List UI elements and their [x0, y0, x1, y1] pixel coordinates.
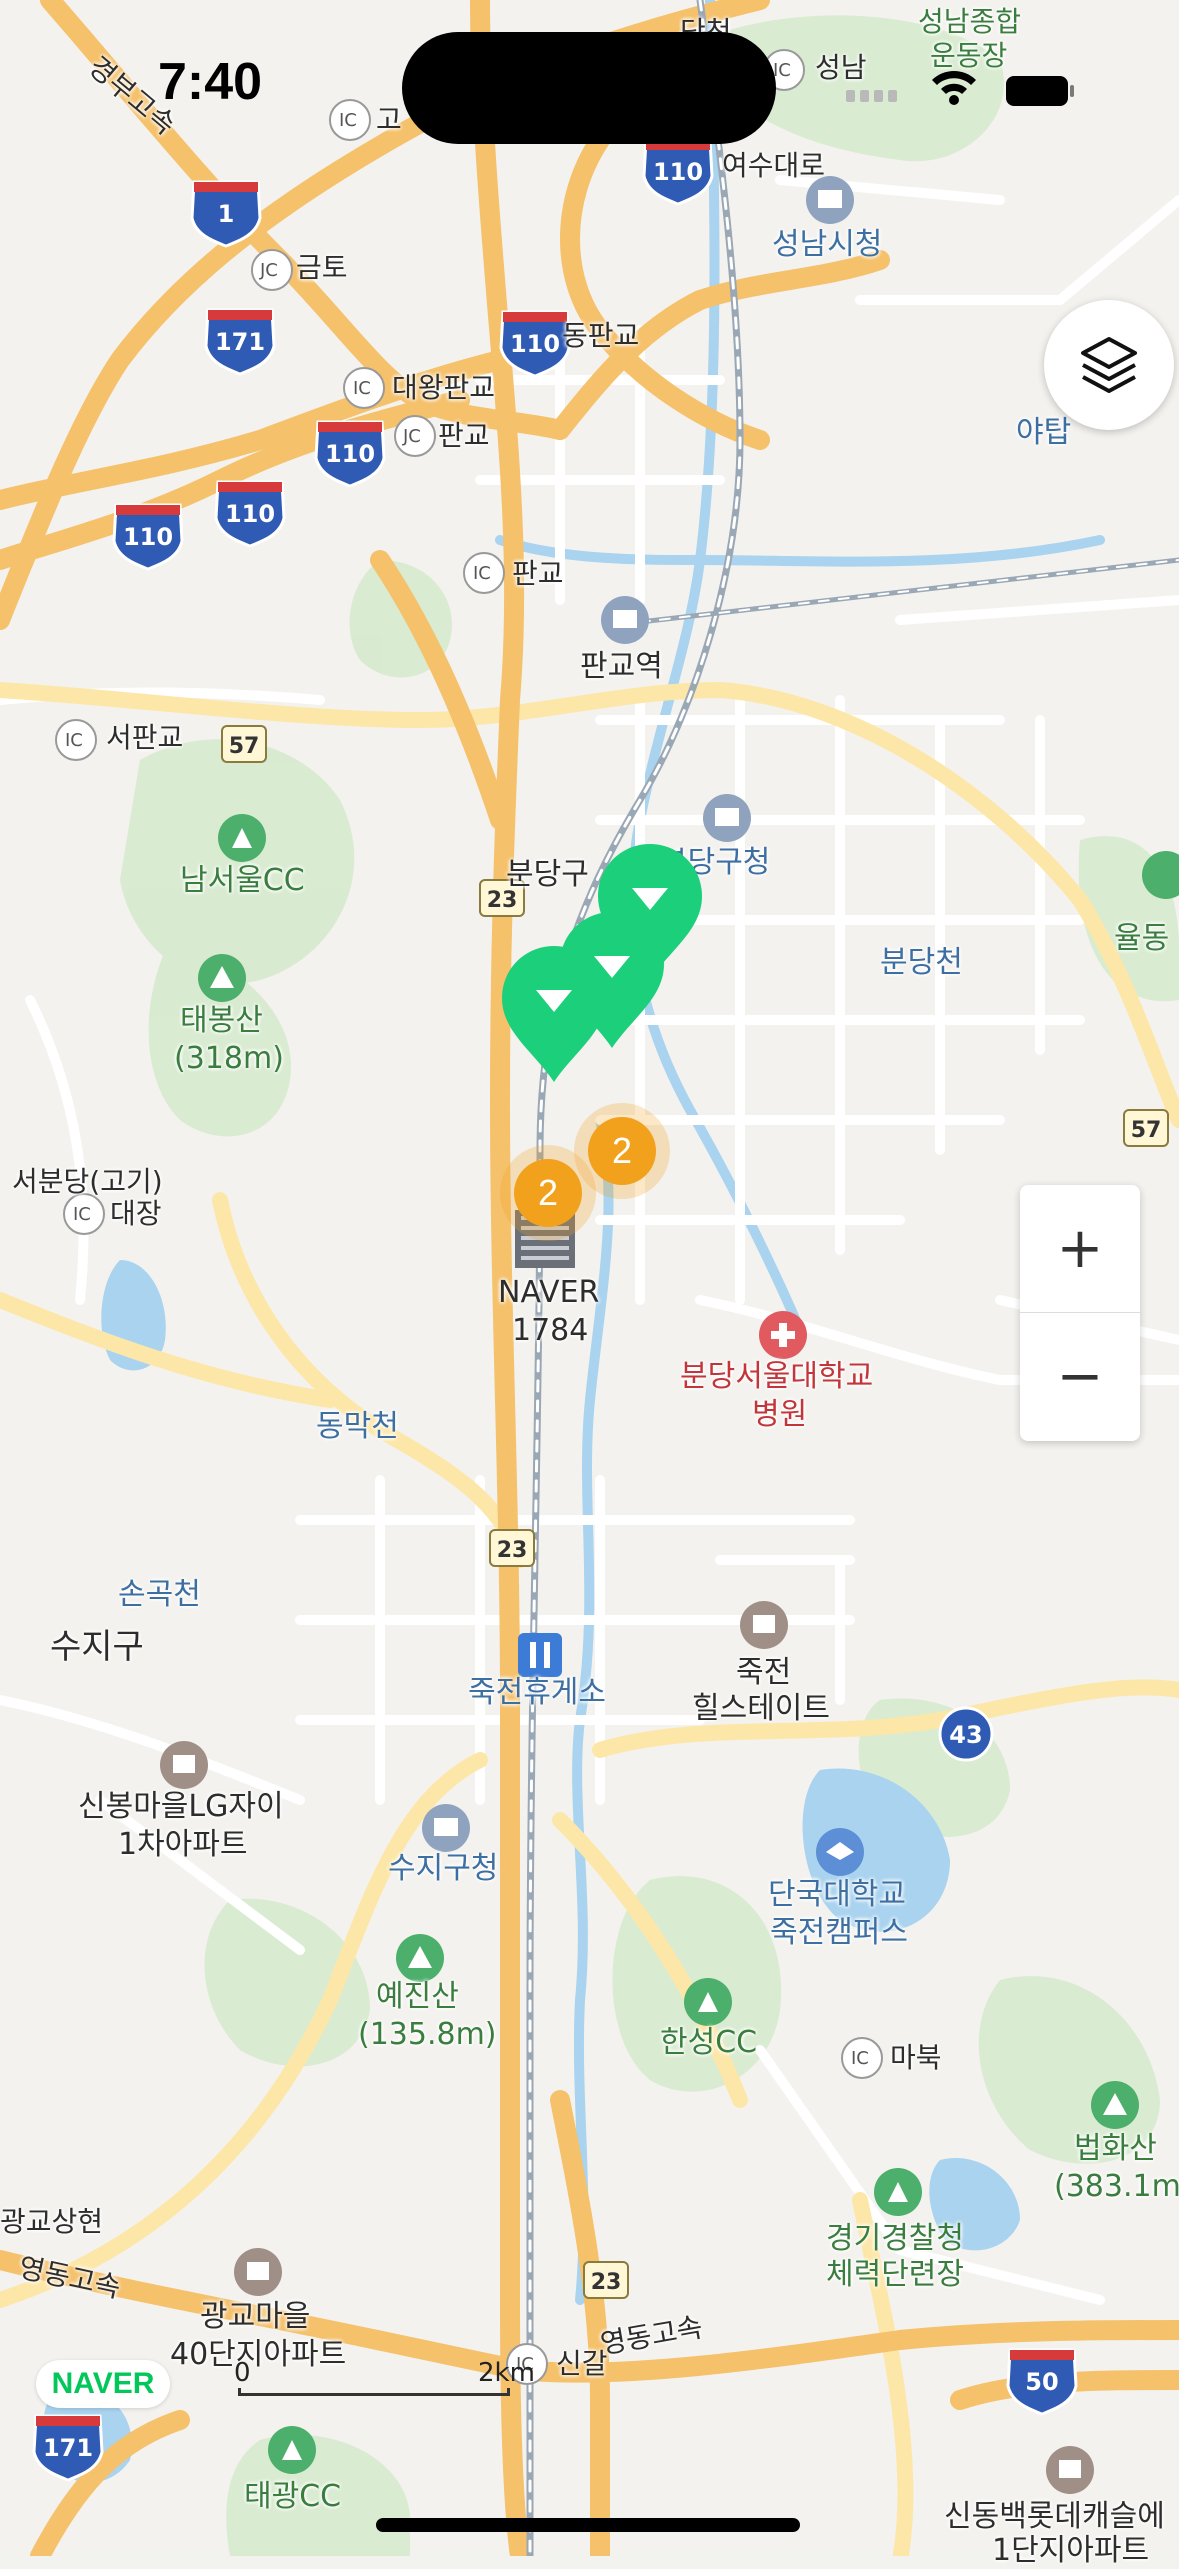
label-gwanggyo-40: 광교마을: [200, 2299, 311, 2334]
state-route-shield-icon: 23: [489, 1529, 535, 1567]
shield-number: 50: [1025, 2368, 1058, 2396]
shield-number: 57: [229, 734, 260, 759]
shield-number: 171: [43, 2434, 93, 2462]
label-dongmakcheon: 동막천: [316, 1409, 399, 1444]
label-naver: NAVER: [498, 1275, 600, 1310]
label-pangyo-station: 판교역: [580, 649, 663, 684]
label-pangyo-ic: 판교: [512, 557, 564, 590]
label-seobundang: 서분당(고기): [12, 1165, 163, 1198]
naver-logo[interactable]: NAVER: [36, 2360, 170, 2408]
dynamic-island: [402, 32, 776, 144]
battery-icon: [1006, 76, 1074, 106]
label-yeosu: 여수대로: [722, 149, 826, 182]
label-sinbong-lg2: 1차아파트: [118, 1827, 248, 1862]
label-pangyo-jc: 판교: [438, 419, 490, 452]
svg-text:IC: IC: [851, 2048, 869, 2069]
zoom-out-button[interactable]: −: [1020, 1313, 1140, 1440]
status-icons: [846, 71, 1074, 106]
shield-number: 43: [949, 1721, 982, 1749]
svg-text:IC: IC: [773, 60, 791, 81]
zoom-control: + −: [1020, 1185, 1140, 1441]
svg-text:JC: JC: [259, 260, 278, 281]
label-seongnam-cityhall: 성남시청: [772, 227, 883, 262]
label-mabuk: 마북: [890, 2041, 942, 2074]
shield-number: 110: [325, 440, 375, 468]
label-daejang: 대장: [110, 1197, 162, 1230]
label-jukjeon-rest: 죽전휴게소: [468, 1675, 606, 1710]
label-jukjeon: 죽전: [736, 1655, 792, 1690]
state-route-shield-icon: 57: [221, 725, 267, 763]
shield-number: 110: [653, 158, 703, 186]
label-naver-1784: 1784: [512, 1313, 589, 1348]
label-snubh: 분당서울대학교: [680, 1359, 874, 1394]
cluster-marker[interactable]: 2: [588, 1117, 656, 1185]
label-bundangcheon: 분당천: [880, 945, 963, 980]
label-geumto: 금토: [296, 251, 348, 284]
label-songokcheon: 손곡천: [118, 1577, 201, 1612]
label-seopangyo: 서판교: [106, 721, 184, 754]
shield-number: 171: [215, 328, 265, 356]
location-pin[interactable]: [494, 942, 614, 1092]
shield-number: 110: [123, 523, 173, 551]
layers-icon: [1081, 337, 1137, 393]
signal-icon: [846, 90, 897, 102]
label-sindong: 신동백롯데캐슬에: [944, 2499, 1165, 2534]
shield-number: 110: [510, 330, 560, 358]
label-gosa-ic: 고: [376, 103, 402, 136]
scale-bar-line: [238, 2388, 510, 2396]
label-bundang-gu: 분당구: [506, 857, 589, 892]
label-gwanggyo-hs: 광교상현: [0, 2205, 104, 2238]
shield-number: 23: [497, 1538, 528, 1563]
svg-text:IC: IC: [73, 1204, 91, 1225]
label-beophwasan: 법화산: [1074, 2131, 1157, 2166]
zoom-in-button[interactable]: +: [1020, 1185, 1140, 1312]
cluster-marker[interactable]: 2: [514, 1159, 582, 1227]
label-yatap: 야탑: [1016, 415, 1072, 450]
svg-text:IC: IC: [353, 378, 371, 399]
svg-text:IC: IC: [65, 730, 83, 751]
label-yejinsan: 예진산: [376, 1979, 459, 2014]
label-beophwasan-height: (383.1m): [1054, 2169, 1179, 2204]
scale-end: 2km: [478, 2358, 535, 2388]
label-yuldong: 율동: [1114, 921, 1170, 956]
label-hansung-cc: 한성CC: [660, 2025, 758, 2060]
label-dankook: 단국대학교: [768, 1877, 906, 1912]
scale-start: 0: [234, 2358, 251, 2388]
label-suji-gu: 수지구: [50, 1627, 144, 1667]
label-dankook2: 죽전캠퍼스: [770, 1915, 908, 1950]
svg-text:JC: JC: [402, 426, 421, 447]
label-singal: 신갈: [556, 2347, 608, 2380]
label-sinbong-lg: 신봉마을LG자이: [78, 1789, 284, 1824]
label-police: 경기경찰청: [826, 2221, 964, 2256]
home-indicator[interactable]: [376, 2518, 800, 2532]
label-namseoul-cc: 남서울CC: [180, 863, 305, 898]
label-snubh2: 병원: [752, 1397, 808, 1432]
shield-number: 110: [225, 500, 275, 528]
svg-text:IC: IC: [473, 563, 491, 584]
scale-bar: 0 2km: [234, 2358, 535, 2396]
label-seongnam-sports: 성남종합: [918, 5, 1022, 38]
label-yejinsan-height: (135.8m): [358, 2017, 497, 2052]
shield-number: 57: [1131, 1118, 1162, 1143]
label-hillstate: 힐스테이트: [692, 1691, 830, 1726]
shield-number: 1: [218, 200, 235, 228]
label-dongpangyo: 동판교: [562, 319, 640, 352]
layers-button[interactable]: [1044, 300, 1174, 430]
shield-number: 23: [591, 2270, 622, 2295]
wifi-icon: [932, 71, 976, 105]
state-route-shield-icon: 23: [583, 2261, 629, 2299]
label-taebongsan-height: (318m): [174, 1041, 284, 1076]
label-taebongsan: 태봉산: [180, 1003, 263, 1038]
status-time: 7:40: [158, 53, 263, 111]
label-daewang-pangyo: 대왕판교: [392, 371, 496, 404]
label-suji-office: 수지구청: [388, 1851, 499, 1886]
label-sindong2: 1단지아파트: [992, 2533, 1150, 2568]
state-route-shield-icon: 57: [1123, 1109, 1169, 1147]
label-police2: 체력단련장: [826, 2257, 964, 2292]
svg-text:IC: IC: [339, 110, 357, 131]
national-route-shield-icon: 43: [938, 1706, 994, 1762]
label-taegwang-cc: 태광CC: [244, 2479, 342, 2514]
